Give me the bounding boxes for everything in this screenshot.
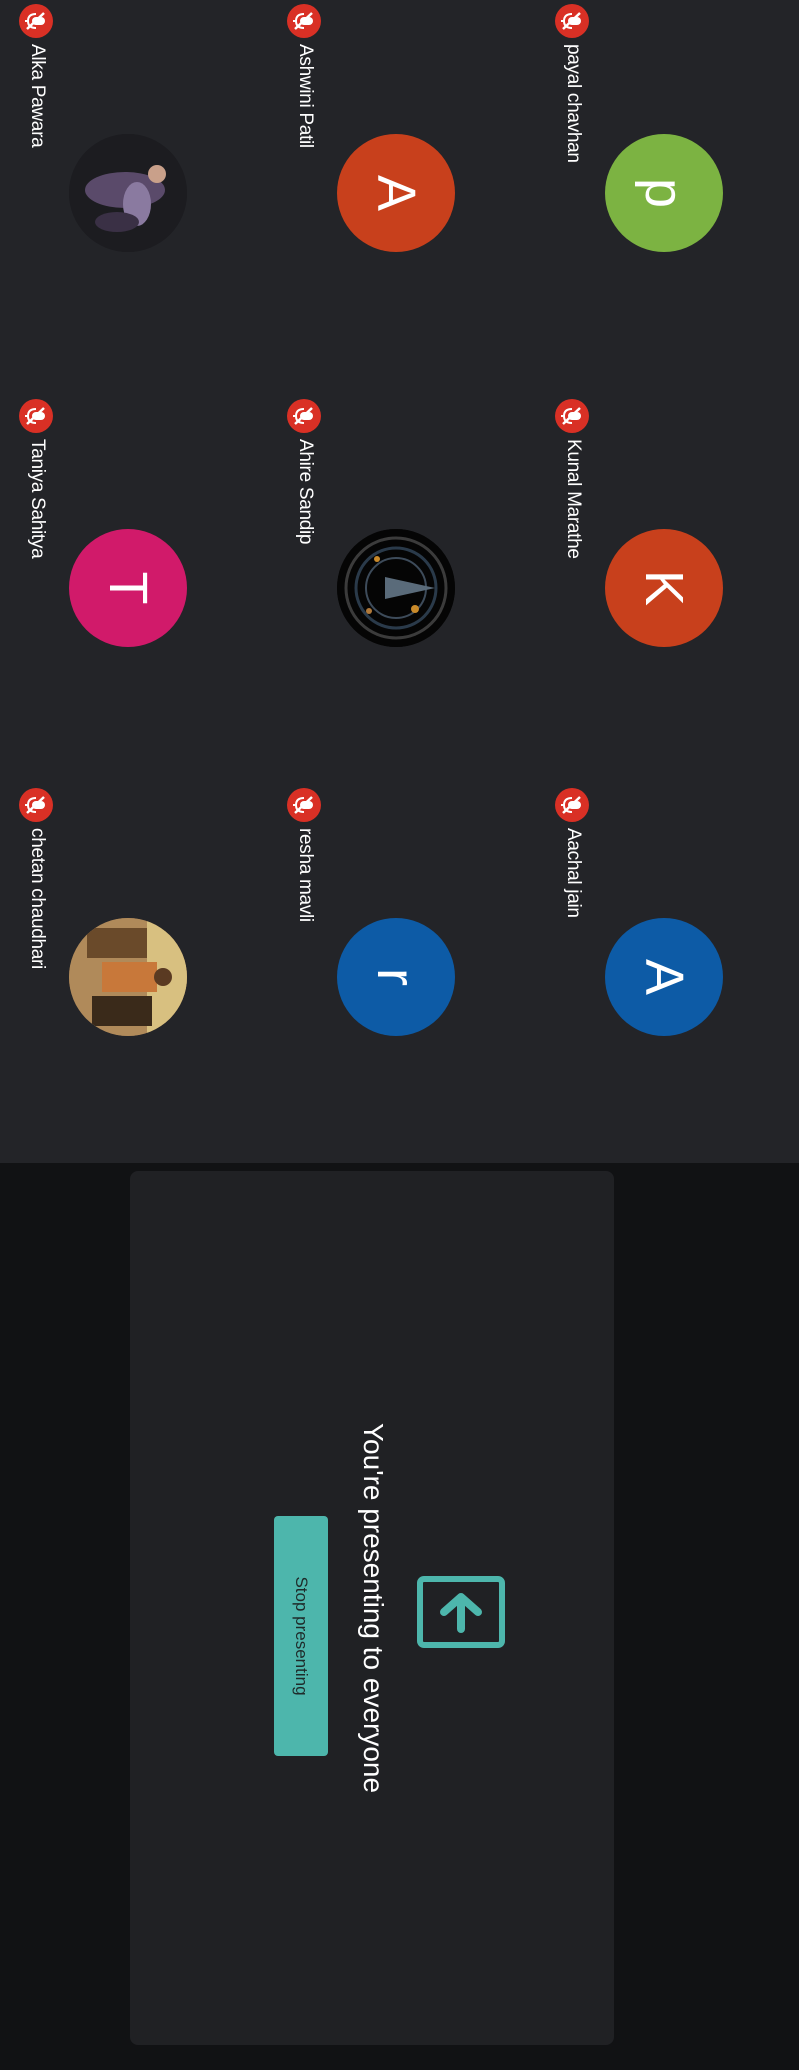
participant-tile-kunal-marathe[interactable]: K Kunal Marathe [549, 395, 799, 775]
meeting-frame: p payal chavhan K Kunal Marathe A Aachal… [0, 0, 799, 2070]
participant-name: Taniya Sahitya [27, 439, 48, 559]
participant-name: chetan chaudhari [27, 828, 48, 969]
avatar-photo [69, 134, 187, 252]
participant-name: Kunal Marathe [563, 439, 584, 559]
avatar: A [605, 918, 723, 1036]
participant-name: Aachal jain [563, 828, 584, 918]
mic-off-icon [19, 4, 53, 38]
mic-off-icon [555, 399, 589, 433]
participant-grid: p payal chavhan K Kunal Marathe A Aachal… [0, 0, 799, 1163]
photo-image [69, 918, 187, 1036]
presenting-message: You're presenting to everyone [358, 1422, 389, 1794]
stop-presenting-button[interactable]: Stop presenting [274, 1516, 328, 1756]
present-arrow-icon [411, 1575, 506, 1649]
mic-off-icon [287, 399, 321, 433]
mic-off-icon [19, 399, 53, 433]
participant-name: Ahire Sandip [295, 439, 316, 545]
avatar: K [605, 529, 723, 647]
participant-name: Ashwini Patil [295, 44, 316, 148]
avatar: p [605, 134, 723, 252]
participant-tile-taniya-sahitya[interactable]: T Taniya Sahitya [13, 395, 263, 775]
avatar-photo [337, 529, 455, 647]
participant-tile-payal-chavhan[interactable]: p payal chavhan [549, 0, 799, 380]
photo-image [69, 134, 187, 252]
avatar: T [69, 529, 187, 647]
mic-off-icon [19, 788, 53, 822]
participant-tile-ashwini-patil[interactable]: A Ashwini Patil [281, 0, 531, 380]
participant-name: Alka Pawara [27, 44, 48, 148]
participant-tile-alka-pawara[interactable]: Alka Pawara [13, 0, 263, 380]
mic-off-icon [555, 788, 589, 822]
mic-off-icon [287, 4, 321, 38]
screen: p payal chavhan K Kunal Marathe A Aachal… [0, 0, 799, 2070]
participant-name: payal chavhan [563, 44, 584, 163]
presenting-panel: You're presenting to everyone Stop prese… [130, 1171, 614, 2045]
mic-off-icon [555, 4, 589, 38]
participant-name: resha mavli [295, 828, 316, 922]
participant-tile-chetan-chaudhari[interactable]: chetan chaudhari [13, 784, 263, 1164]
avatar: r [337, 918, 455, 1036]
participant-tile-ahire-sandip[interactable]: Ahire Sandip [281, 395, 531, 775]
photo-image [337, 529, 455, 647]
mic-off-icon [287, 788, 321, 822]
avatar: A [337, 134, 455, 252]
avatar-photo [69, 918, 187, 1036]
participant-tile-aachal-jain[interactable]: A Aachal jain [549, 784, 799, 1164]
participant-tile-resha-mavli[interactable]: r resha mavli [281, 784, 531, 1164]
